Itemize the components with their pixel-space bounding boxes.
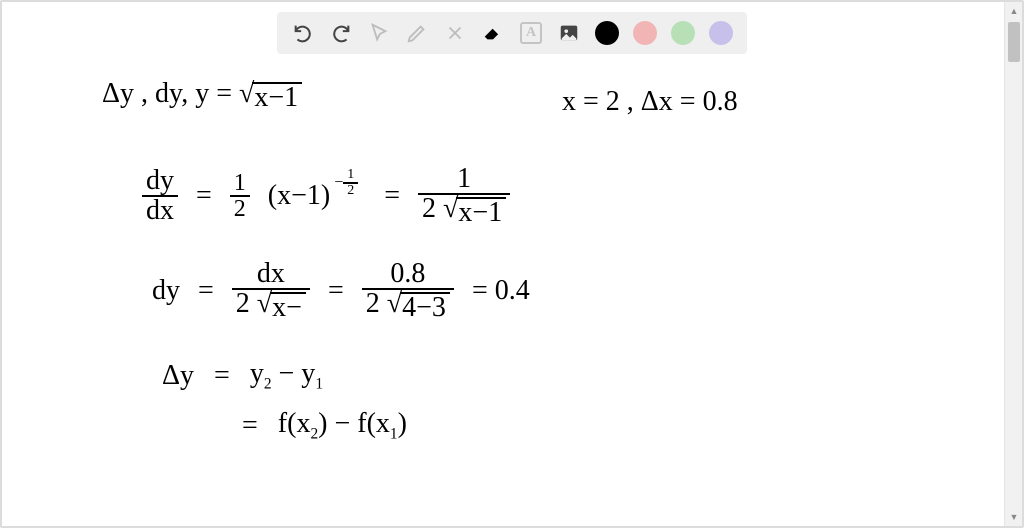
base: (x−1): [268, 180, 330, 211]
image-button[interactable]: [557, 21, 581, 45]
color-pink[interactable]: [633, 21, 657, 45]
power-term: (x−1) − 1 2: [268, 182, 330, 210]
text-icon: A: [520, 22, 542, 44]
rhs: y2 − y1: [250, 360, 323, 392]
pen-icon: [406, 22, 428, 44]
scrollbar[interactable]: ▲ ▼: [1004, 2, 1022, 526]
math-line-2: dy dx = 1 2 (x−1) − 1 2: [142, 165, 510, 227]
den: dx: [142, 197, 178, 225]
num: 1: [453, 165, 475, 193]
exp-den: 2: [343, 184, 358, 198]
num: 0.8: [386, 260, 429, 288]
math-line-1b: x = 2 , Δx = 0.8: [562, 88, 738, 116]
pen-button[interactable]: [405, 21, 429, 45]
eraser-icon: [482, 22, 504, 44]
frac-result: 1 2 √x−1: [418, 165, 510, 227]
eq: =: [242, 412, 258, 440]
tools-icon: [444, 22, 466, 44]
eraser-button[interactable]: [481, 21, 505, 45]
app-frame: A ▲ ▼ Δy , dy, y = √x−1 x = 2 , Δx =: [0, 0, 1024, 528]
den: 2 √x−: [232, 290, 310, 322]
redo-icon: [330, 22, 352, 44]
frac-numeric: 0.8 2 √4−3: [362, 260, 454, 322]
scrollbar-thumb[interactable]: [1008, 22, 1020, 62]
eq: =: [198, 277, 214, 305]
math-line-4: Δy = y2 − y1: [162, 360, 323, 392]
color-black[interactable]: [595, 21, 619, 45]
frac-dy-dx: dy dx: [142, 167, 178, 225]
neg: −: [334, 175, 343, 191]
radicand: x−1: [252, 82, 302, 112]
color-green[interactable]: [671, 21, 695, 45]
toolbar: A: [277, 12, 747, 54]
tools-button[interactable]: [443, 21, 467, 45]
eq: =: [214, 362, 230, 390]
num: 1: [230, 171, 250, 195]
math-line-3: dy = dx 2 √x− = 0.8 2 √4−3 = 0.4: [152, 260, 530, 322]
math-line-5: = f(x2) − f(x1): [242, 410, 407, 442]
lhs: Δy: [162, 362, 194, 390]
den: 2: [230, 197, 250, 221]
pointer-icon: [368, 22, 390, 44]
exp-num: 1: [343, 168, 358, 182]
math-line-1a: Δy , dy, y = √x−1: [102, 80, 302, 112]
den: 2 √4−3: [362, 290, 454, 322]
text-button[interactable]: A: [519, 21, 543, 45]
image-icon: [558, 22, 580, 44]
frac-dx: dx 2 √x−: [232, 260, 310, 322]
redo-button[interactable]: [329, 21, 353, 45]
pointer-button[interactable]: [367, 21, 391, 45]
num: dx: [253, 260, 289, 288]
lhs: dy: [152, 277, 180, 305]
color-purple[interactable]: [709, 21, 733, 45]
whiteboard-canvas[interactable]: Δy , dy, y = √x−1 x = 2 , Δx = 0.8 dy dx…: [12, 60, 994, 516]
eq: =: [384, 182, 400, 210]
den: 2 √x−1: [418, 195, 510, 227]
undo-icon: [292, 22, 314, 44]
eq: =: [328, 277, 344, 305]
eq: =: [196, 182, 212, 210]
sqrt-icon: √x−1: [239, 80, 302, 112]
result: = 0.4: [472, 277, 530, 305]
undo-button[interactable]: [291, 21, 315, 45]
scroll-up-icon[interactable]: ▲: [1005, 2, 1023, 20]
rhs: f(x2) − f(x1): [278, 410, 407, 442]
expr-dy-terms: Δy , dy, y =: [102, 78, 232, 109]
scroll-down-icon[interactable]: ▼: [1005, 508, 1023, 526]
num: dy: [142, 167, 178, 195]
frac-half: 1 2: [230, 171, 250, 221]
